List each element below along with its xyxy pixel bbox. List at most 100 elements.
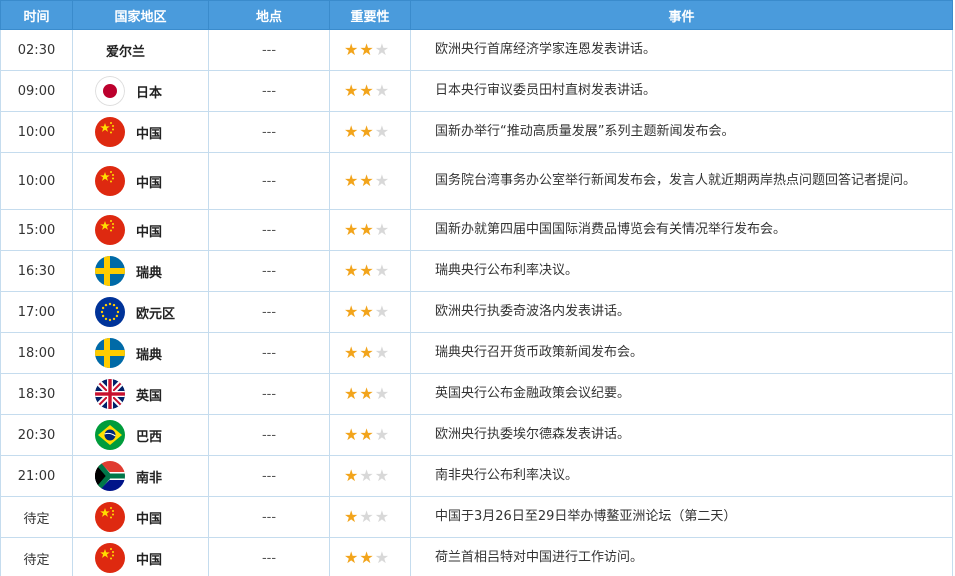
event-cell: 欧洲央行执委奇波洛内发表讲话。 xyxy=(410,291,953,333)
location-cell: --- xyxy=(208,291,330,333)
star-filled-icon: ★ xyxy=(344,260,359,280)
table-row: 16:30 瑞典 --- ★ ★ ★ 瑞典央行公布利率决议。 xyxy=(0,250,953,292)
importance-stars: ★ ★ ★ xyxy=(344,219,390,239)
star-filled-icon: ★ xyxy=(359,121,374,141)
china-flag-icon xyxy=(95,117,125,147)
event-cell: 国新办举行“推动高质量发展”系列主题新闻发布会。 xyxy=(410,111,953,153)
time-cell: 10:00 xyxy=(0,111,73,153)
location-cell: --- xyxy=(208,152,330,210)
table-row: 待定 中国 --- ★ ★ ★ 荷兰首相吕特对中国进行工作访问。 xyxy=(0,537,953,576)
event-cell: 南非央行公布利率决议。 xyxy=(410,455,953,497)
star-filled-icon: ★ xyxy=(344,424,359,444)
china-flag-icon xyxy=(95,166,125,196)
importance-cell: ★ ★ ★ xyxy=(329,29,411,71)
country-name: 欧元区 xyxy=(136,306,176,322)
star-filled-icon: ★ xyxy=(359,342,374,362)
importance-stars: ★ ★ ★ xyxy=(344,170,390,190)
country-name: 爱尔兰 xyxy=(106,44,146,60)
table-row: 21:00 南非 --- ★ ★ ★ 南非央行公布利率决议。 xyxy=(0,455,953,497)
time-cell: 21:00 xyxy=(0,455,73,497)
table-row: 10:00 中国 --- ★ ★ ★ 国新办举行“推动高质量发展”系列主题新闻发布会… xyxy=(0,111,953,153)
location-cell: --- xyxy=(208,111,330,153)
country-cell: 中国 xyxy=(72,496,209,538)
star-filled-icon: ★ xyxy=(359,383,374,403)
event-cell: 英国央行公布金融政策会议纪要。 xyxy=(410,373,953,415)
importance-stars: ★ ★ ★ xyxy=(344,465,390,485)
table-row: 15:00 中国 --- ★ ★ ★ 国新办就第四届中国国际消费品博览会有关情况举行… xyxy=(0,209,953,251)
star-filled-icon: ★ xyxy=(344,301,359,321)
star-filled-icon: ★ xyxy=(359,301,374,321)
time-cell: 待定 xyxy=(0,496,73,538)
star-filled-icon: ★ xyxy=(344,506,359,526)
star-empty-icon: ★ xyxy=(374,260,390,280)
importance-cell: ★ ★ ★ xyxy=(329,332,411,374)
time-cell: 16:30 xyxy=(0,250,73,292)
time-cell: 15:00 xyxy=(0,209,73,251)
table-row: 09:00 日本 --- ★ ★ ★ 日本央行审议委员田村直树发表讲话。 xyxy=(0,70,953,112)
event-cell: 中国于3月26日至29日举办博鳌亚洲论坛（第二天） xyxy=(410,496,953,538)
star-filled-icon: ★ xyxy=(359,80,374,100)
star-empty-icon: ★ xyxy=(374,301,390,321)
header-row: 时间 国家地区 地点 重要性 事件 xyxy=(0,0,953,30)
event-cell: 日本央行审议委员田村直树发表讲话。 xyxy=(410,70,953,112)
country-name: 中国 xyxy=(136,175,163,191)
sweden-flag-icon xyxy=(95,256,125,286)
star-filled-icon: ★ xyxy=(359,39,374,59)
importance-cell: ★ ★ ★ xyxy=(329,111,411,153)
importance-cell: ★ ★ ★ xyxy=(329,537,411,576)
event-cell: 国新办就第四届中国国际消费品博览会有关情况举行发布会。 xyxy=(410,209,953,251)
star-empty-icon: ★ xyxy=(374,383,390,403)
event-cell: 荷兰首相吕特对中国进行工作访问。 xyxy=(410,537,953,576)
star-filled-icon: ★ xyxy=(359,219,374,239)
star-filled-icon: ★ xyxy=(359,170,374,190)
star-filled-icon: ★ xyxy=(344,219,359,239)
star-empty-icon: ★ xyxy=(374,39,390,59)
country-cell: 欧元区 xyxy=(72,291,209,333)
country-cell: 南非 xyxy=(72,455,209,497)
importance-stars: ★ ★ ★ xyxy=(344,506,389,526)
location-cell: --- xyxy=(208,455,330,497)
star-filled-icon: ★ xyxy=(359,260,374,280)
country-name: 日本 xyxy=(136,85,163,101)
china-flag-icon xyxy=(95,502,125,532)
country-cell: 爱尔兰 xyxy=(72,29,209,71)
china-flag-icon xyxy=(95,543,125,573)
importance-stars: ★ ★ ★ xyxy=(344,39,390,59)
country-cell: 中国 xyxy=(72,209,209,251)
country-cell: 巴西 xyxy=(72,414,209,456)
location-cell: --- xyxy=(208,537,330,576)
star-filled-icon: ★ xyxy=(344,465,359,485)
country-name: 中国 xyxy=(136,552,163,568)
table-row: 02:30 爱尔兰 --- ★ ★ ★ 欧洲央行首席经济学家连恩发表讲话。 xyxy=(0,29,953,71)
star-filled-icon: ★ xyxy=(359,547,374,567)
importance-stars: ★ ★ ★ xyxy=(344,342,389,362)
star-filled-icon: ★ xyxy=(344,121,359,141)
time-cell: 18:30 xyxy=(0,373,73,415)
importance-cell: ★ ★ ★ xyxy=(329,152,411,210)
country-name: 英国 xyxy=(136,388,163,404)
time-cell: 18:00 xyxy=(0,332,73,374)
star-empty-icon: ★ xyxy=(374,219,390,239)
location-cell: --- xyxy=(208,250,330,292)
star-empty-icon: ★ xyxy=(374,465,390,485)
importance-cell: ★ ★ ★ xyxy=(329,496,411,538)
importance-stars: ★ ★ ★ xyxy=(344,80,389,100)
importance-stars: ★ ★ ★ xyxy=(344,547,389,567)
star-filled-icon: ★ xyxy=(344,383,359,403)
table-row: 待定 中国 --- ★ ★ ★ 中国于3月26日至29日举办博鳌亚洲论坛（第二天） xyxy=(0,496,953,538)
header-importance: 重要性 xyxy=(329,0,411,30)
star-empty-icon: ★ xyxy=(374,170,390,190)
japan-flag-icon xyxy=(95,76,125,106)
event-cell: 瑞典央行召开货币政策新闻发布会。 xyxy=(410,332,953,374)
sweden-flag-icon xyxy=(95,338,125,368)
time-cell: 待定 xyxy=(0,537,73,576)
table-row: 17:00 欧元区 --- ★ ★ ★ 欧洲央行执委奇波洛内发表讲话。 xyxy=(0,291,953,333)
header-event: 事件 xyxy=(410,0,953,30)
country-name: 中国 xyxy=(136,511,163,527)
event-cell: 欧洲央行执委埃尔德森发表讲话。 xyxy=(410,414,953,456)
event-cell: 欧洲央行首席经济学家连恩发表讲话。 xyxy=(410,29,953,71)
country-cell: 英国 xyxy=(72,373,209,415)
header-location: 地点 xyxy=(208,0,330,30)
table-row: 20:30 巴西 --- ★ ★ ★ 欧洲央行执委埃尔德森发表讲话。 xyxy=(0,414,953,456)
country-cell: 日本 xyxy=(72,70,209,112)
